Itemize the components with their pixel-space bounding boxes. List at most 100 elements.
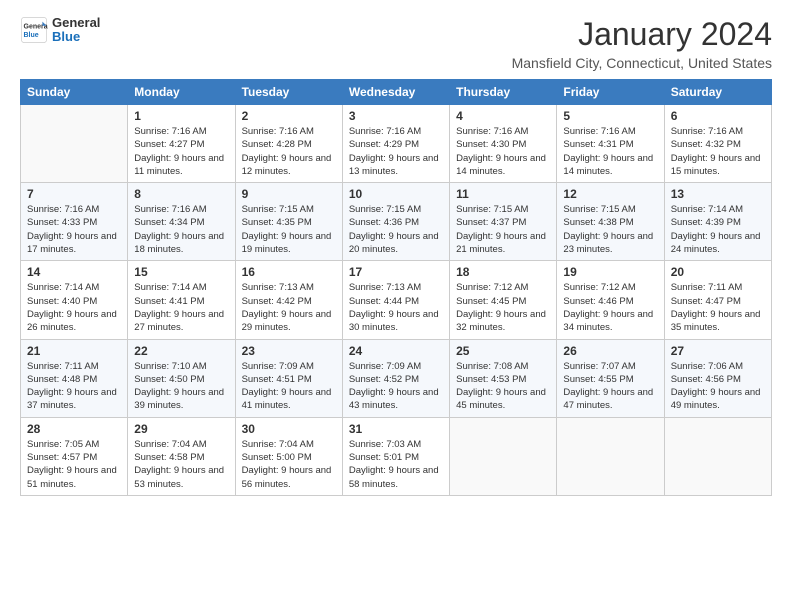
day-number: 20 — [671, 265, 765, 279]
calendar-cell: 12 Sunrise: 7:15 AMSunset: 4:38 PMDaylig… — [557, 183, 664, 261]
day-info: Sunrise: 7:16 AMSunset: 4:31 PMDaylight:… — [563, 125, 657, 178]
day-info: Sunrise: 7:14 AMSunset: 4:41 PMDaylight:… — [134, 281, 228, 334]
day-info: Sunrise: 7:09 AMSunset: 4:51 PMDaylight:… — [242, 360, 336, 413]
day-info: Sunrise: 7:13 AMSunset: 4:42 PMDaylight:… — [242, 281, 336, 334]
calendar-cell: 19 Sunrise: 7:12 AMSunset: 4:46 PMDaylig… — [557, 261, 664, 339]
day-of-week-header: Wednesday — [342, 80, 449, 105]
day-number: 21 — [27, 344, 121, 358]
day-info: Sunrise: 7:14 AMSunset: 4:39 PMDaylight:… — [671, 203, 765, 256]
day-number: 14 — [27, 265, 121, 279]
day-info: Sunrise: 7:10 AMSunset: 4:50 PMDaylight:… — [134, 360, 228, 413]
day-number: 5 — [563, 109, 657, 123]
calendar-cell: 18 Sunrise: 7:12 AMSunset: 4:45 PMDaylig… — [450, 261, 557, 339]
svg-text:Blue: Blue — [24, 32, 39, 39]
day-info: Sunrise: 7:12 AMSunset: 4:46 PMDaylight:… — [563, 281, 657, 334]
calendar-cell — [450, 417, 557, 495]
logo-general: General — [52, 16, 100, 30]
page-header: General Blue General Blue January 2024 M… — [20, 16, 772, 71]
day-info: Sunrise: 7:16 AMSunset: 4:28 PMDaylight:… — [242, 125, 336, 178]
month-title: January 2024 — [512, 16, 772, 53]
day-number: 27 — [671, 344, 765, 358]
day-info: Sunrise: 7:16 AMSunset: 4:29 PMDaylight:… — [349, 125, 443, 178]
day-info: Sunrise: 7:15 AMSunset: 4:37 PMDaylight:… — [456, 203, 550, 256]
calendar-cell: 1 Sunrise: 7:16 AMSunset: 4:27 PMDayligh… — [128, 105, 235, 183]
day-info: Sunrise: 7:16 AMSunset: 4:27 PMDaylight:… — [134, 125, 228, 178]
calendar-week-row: 1 Sunrise: 7:16 AMSunset: 4:27 PMDayligh… — [21, 105, 772, 183]
calendar-cell: 26 Sunrise: 7:07 AMSunset: 4:55 PMDaylig… — [557, 339, 664, 417]
day-info: Sunrise: 7:16 AMSunset: 4:33 PMDaylight:… — [27, 203, 121, 256]
day-info: Sunrise: 7:16 AMSunset: 4:32 PMDaylight:… — [671, 125, 765, 178]
day-info: Sunrise: 7:14 AMSunset: 4:40 PMDaylight:… — [27, 281, 121, 334]
day-number: 26 — [563, 344, 657, 358]
day-number: 29 — [134, 422, 228, 436]
day-number: 30 — [242, 422, 336, 436]
day-number: 4 — [456, 109, 550, 123]
day-info: Sunrise: 7:15 AMSunset: 4:36 PMDaylight:… — [349, 203, 443, 256]
day-info: Sunrise: 7:13 AMSunset: 4:44 PMDaylight:… — [349, 281, 443, 334]
day-info: Sunrise: 7:16 AMSunset: 4:30 PMDaylight:… — [456, 125, 550, 178]
day-info: Sunrise: 7:15 AMSunset: 4:35 PMDaylight:… — [242, 203, 336, 256]
day-number: 12 — [563, 187, 657, 201]
day-number: 13 — [671, 187, 765, 201]
logo-text: General Blue — [52, 16, 100, 45]
calendar-cell: 24 Sunrise: 7:09 AMSunset: 4:52 PMDaylig… — [342, 339, 449, 417]
logo: General Blue General Blue — [20, 16, 100, 45]
calendar-header-row: SundayMondayTuesdayWednesdayThursdayFrid… — [21, 80, 772, 105]
day-of-week-header: Sunday — [21, 80, 128, 105]
day-info: Sunrise: 7:09 AMSunset: 4:52 PMDaylight:… — [349, 360, 443, 413]
day-number: 17 — [349, 265, 443, 279]
day-number: 2 — [242, 109, 336, 123]
calendar-cell: 28 Sunrise: 7:05 AMSunset: 4:57 PMDaylig… — [21, 417, 128, 495]
calendar-cell: 7 Sunrise: 7:16 AMSunset: 4:33 PMDayligh… — [21, 183, 128, 261]
calendar-cell: 14 Sunrise: 7:14 AMSunset: 4:40 PMDaylig… — [21, 261, 128, 339]
day-number: 24 — [349, 344, 443, 358]
calendar-cell: 20 Sunrise: 7:11 AMSunset: 4:47 PMDaylig… — [664, 261, 771, 339]
calendar-cell: 31 Sunrise: 7:03 AMSunset: 5:01 PMDaylig… — [342, 417, 449, 495]
day-info: Sunrise: 7:03 AMSunset: 5:01 PMDaylight:… — [349, 438, 443, 491]
day-number: 25 — [456, 344, 550, 358]
day-number: 7 — [27, 187, 121, 201]
day-number: 31 — [349, 422, 443, 436]
calendar-cell: 3 Sunrise: 7:16 AMSunset: 4:29 PMDayligh… — [342, 105, 449, 183]
calendar-week-row: 28 Sunrise: 7:05 AMSunset: 4:57 PMDaylig… — [21, 417, 772, 495]
calendar-cell: 6 Sunrise: 7:16 AMSunset: 4:32 PMDayligh… — [664, 105, 771, 183]
location: Mansfield City, Connecticut, United Stat… — [512, 55, 772, 71]
day-info: Sunrise: 7:04 AMSunset: 4:58 PMDaylight:… — [134, 438, 228, 491]
day-number: 11 — [456, 187, 550, 201]
day-number: 18 — [456, 265, 550, 279]
calendar-cell: 2 Sunrise: 7:16 AMSunset: 4:28 PMDayligh… — [235, 105, 342, 183]
day-number: 16 — [242, 265, 336, 279]
day-number: 10 — [349, 187, 443, 201]
calendar-cell: 8 Sunrise: 7:16 AMSunset: 4:34 PMDayligh… — [128, 183, 235, 261]
calendar-cell: 4 Sunrise: 7:16 AMSunset: 4:30 PMDayligh… — [450, 105, 557, 183]
day-number: 8 — [134, 187, 228, 201]
day-info: Sunrise: 7:04 AMSunset: 5:00 PMDaylight:… — [242, 438, 336, 491]
calendar-week-row: 21 Sunrise: 7:11 AMSunset: 4:48 PMDaylig… — [21, 339, 772, 417]
day-number: 19 — [563, 265, 657, 279]
calendar-cell — [21, 105, 128, 183]
calendar-cell: 29 Sunrise: 7:04 AMSunset: 4:58 PMDaylig… — [128, 417, 235, 495]
day-number: 23 — [242, 344, 336, 358]
calendar-week-row: 14 Sunrise: 7:14 AMSunset: 4:40 PMDaylig… — [21, 261, 772, 339]
day-of-week-header: Friday — [557, 80, 664, 105]
calendar-cell: 30 Sunrise: 7:04 AMSunset: 5:00 PMDaylig… — [235, 417, 342, 495]
day-number: 1 — [134, 109, 228, 123]
logo-blue: Blue — [52, 30, 100, 44]
calendar-cell: 11 Sunrise: 7:15 AMSunset: 4:37 PMDaylig… — [450, 183, 557, 261]
day-info: Sunrise: 7:11 AMSunset: 4:48 PMDaylight:… — [27, 360, 121, 413]
logo-icon: General Blue — [20, 16, 48, 44]
day-of-week-header: Tuesday — [235, 80, 342, 105]
day-number: 3 — [349, 109, 443, 123]
day-of-week-header: Monday — [128, 80, 235, 105]
calendar-cell: 27 Sunrise: 7:06 AMSunset: 4:56 PMDaylig… — [664, 339, 771, 417]
title-block: January 2024 Mansfield City, Connecticut… — [512, 16, 772, 71]
calendar-cell: 21 Sunrise: 7:11 AMSunset: 4:48 PMDaylig… — [21, 339, 128, 417]
calendar-cell: 10 Sunrise: 7:15 AMSunset: 4:36 PMDaylig… — [342, 183, 449, 261]
calendar-cell — [557, 417, 664, 495]
day-info: Sunrise: 7:16 AMSunset: 4:34 PMDaylight:… — [134, 203, 228, 256]
calendar-cell: 9 Sunrise: 7:15 AMSunset: 4:35 PMDayligh… — [235, 183, 342, 261]
day-info: Sunrise: 7:08 AMSunset: 4:53 PMDaylight:… — [456, 360, 550, 413]
day-info: Sunrise: 7:07 AMSunset: 4:55 PMDaylight:… — [563, 360, 657, 413]
day-info: Sunrise: 7:05 AMSunset: 4:57 PMDaylight:… — [27, 438, 121, 491]
day-info: Sunrise: 7:11 AMSunset: 4:47 PMDaylight:… — [671, 281, 765, 334]
